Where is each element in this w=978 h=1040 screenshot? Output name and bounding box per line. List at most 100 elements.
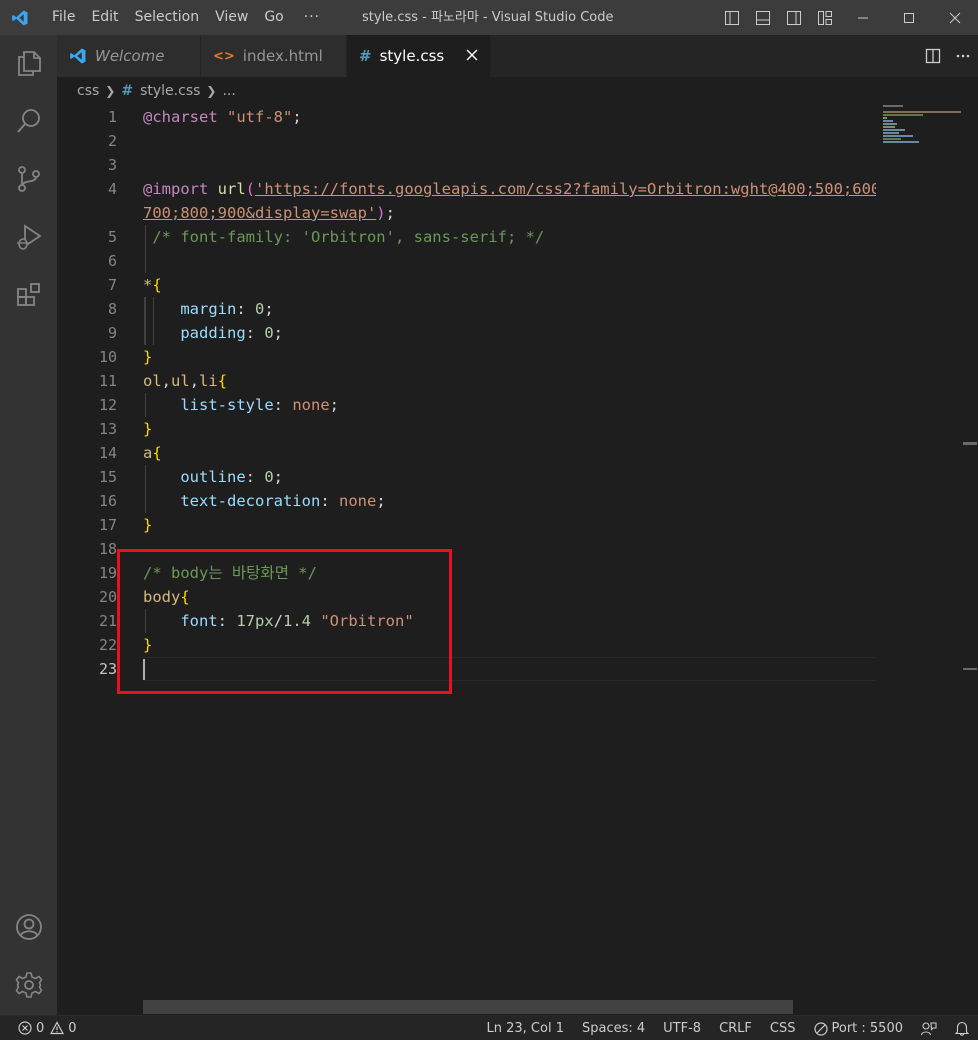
extensions-button[interactable] bbox=[0, 271, 57, 319]
code-line-14: a{ bbox=[143, 444, 162, 462]
menu-more-button[interactable]: ··· bbox=[292, 0, 332, 35]
maximize-button[interactable] bbox=[886, 0, 932, 35]
close-icon bbox=[949, 12, 961, 23]
line-number: 20 bbox=[98, 588, 117, 606]
encoding[interactable]: UTF-8 bbox=[654, 1016, 710, 1040]
line-number: 11 bbox=[98, 372, 117, 390]
line-number-gutter: 1 2 3 4 5 6 7 8 9 10 11 12 13 14 15 16 17 18 19 20 21 22 23 bbox=[57, 105, 117, 681]
line-number: 1 bbox=[107, 108, 117, 126]
menu-go[interactable]: Go bbox=[256, 0, 291, 35]
activity-bar bbox=[0, 35, 57, 1015]
line-number: 14 bbox=[98, 444, 117, 462]
line-number: 19 bbox=[98, 564, 117, 582]
indent-guide bbox=[145, 393, 146, 417]
sidebar-right-icon bbox=[786, 10, 801, 25]
line-number: 7 bbox=[107, 276, 117, 294]
breadcrumb-symbol[interactable]: ... bbox=[222, 83, 235, 99]
indentation[interactable]: Spaces: 4 bbox=[573, 1016, 654, 1040]
minimize-button[interactable] bbox=[840, 0, 886, 35]
breadcrumb-file[interactable]: style.css bbox=[140, 83, 200, 99]
panel-icon bbox=[755, 10, 770, 25]
tab-index-html[interactable]: <> index.html bbox=[201, 35, 347, 77]
close-window-button[interactable] bbox=[932, 0, 978, 35]
circle-slash-icon bbox=[813, 1021, 828, 1036]
manage-button[interactable] bbox=[0, 961, 57, 1009]
menu-view[interactable]: View bbox=[207, 0, 256, 35]
code-line-4-wrap: 700;800;900&display=swap'); bbox=[143, 204, 395, 222]
search-button[interactable] bbox=[0, 97, 57, 145]
css-icon: # bbox=[121, 83, 134, 99]
vscode-logo-icon bbox=[69, 47, 87, 65]
live-server-port[interactable]: Port : 5500 bbox=[805, 1016, 913, 1040]
code-line-11: ol,ul,li{ bbox=[143, 372, 228, 390]
code-line-10: } bbox=[143, 348, 153, 366]
line-number: 8 bbox=[107, 300, 117, 318]
menu-edit[interactable]: Edit bbox=[83, 0, 126, 35]
end-of-line[interactable]: CRLF bbox=[710, 1016, 761, 1040]
tab-welcome[interactable]: Welcome bbox=[57, 35, 201, 77]
breadcrumb-folder[interactable]: css bbox=[77, 83, 99, 99]
explorer-button[interactable] bbox=[0, 39, 57, 87]
menu-selection[interactable]: Selection bbox=[127, 0, 208, 35]
breadcrumb: css ❯ # style.css ❯ ... bbox=[57, 77, 978, 105]
run-debug-button[interactable] bbox=[0, 213, 57, 261]
cursor-position[interactable]: Ln 23, Col 1 bbox=[478, 1016, 573, 1040]
overview-ruler-mark bbox=[963, 442, 977, 445]
menu-file[interactable]: File bbox=[40, 0, 83, 35]
line-number: 6 bbox=[107, 252, 117, 270]
line-number: 9 bbox=[107, 324, 117, 342]
code-line-1: @charset "utf-8"; bbox=[143, 108, 302, 126]
status-bar: 0 0 Ln 23, Col 1 Spaces: 4 UTF-8 CRLF CS… bbox=[0, 1015, 978, 1040]
vscode-logo-icon bbox=[0, 0, 40, 35]
customize-layout-button[interactable] bbox=[809, 0, 840, 35]
accounts-button[interactable] bbox=[0, 903, 57, 951]
menu-bar: File Edit Selection View Go ··· bbox=[40, 0, 332, 35]
toggle-primary-sidebar-button[interactable] bbox=[716, 0, 747, 35]
line-number: 22 bbox=[98, 636, 117, 654]
code-line-4: @import url('https://fonts.googleapis.co… bbox=[143, 180, 876, 198]
feedback-button[interactable] bbox=[912, 1016, 946, 1040]
account-icon bbox=[15, 914, 42, 940]
toggle-secondary-sidebar-button[interactable] bbox=[778, 0, 809, 35]
source-control-button[interactable] bbox=[0, 155, 57, 203]
horizontal-scrollbar[interactable] bbox=[143, 1000, 793, 1014]
chevron-right-icon: ❯ bbox=[206, 84, 217, 98]
line-number: 10 bbox=[98, 348, 117, 366]
chevron-right-icon: ❯ bbox=[105, 84, 116, 98]
language-mode[interactable]: CSS bbox=[761, 1016, 805, 1040]
editor-tab-bar: Welcome <> index.html # style.css bbox=[57, 35, 978, 77]
close-tab-button[interactable] bbox=[464, 47, 480, 63]
split-editor-button[interactable] bbox=[918, 35, 948, 77]
notifications-button[interactable] bbox=[946, 1016, 978, 1040]
line-number: 2 bbox=[107, 132, 117, 150]
line-number: 4 bbox=[107, 180, 117, 198]
window-title: style.css - 파노라마 - Visual Studio Code bbox=[362, 10, 614, 25]
line-number: 16 bbox=[98, 492, 117, 510]
toggle-panel-button[interactable] bbox=[747, 0, 778, 35]
code-line-13: } bbox=[143, 420, 153, 438]
line-number: 17 bbox=[98, 516, 117, 534]
warning-count: 0 bbox=[68, 1020, 77, 1036]
search-icon bbox=[16, 109, 40, 133]
line-number: 5 bbox=[107, 228, 117, 246]
vertical-scrollbar[interactable] bbox=[963, 105, 977, 1015]
gear-icon bbox=[15, 972, 42, 998]
title-bar: File Edit Selection View Go ··· style.cs… bbox=[0, 0, 978, 35]
maximize-icon bbox=[904, 12, 914, 23]
problems-indicator[interactable]: 0 0 bbox=[0, 1016, 77, 1040]
bell-icon bbox=[955, 1021, 969, 1036]
minimap[interactable] bbox=[883, 105, 963, 165]
more-actions-button[interactable] bbox=[948, 35, 978, 77]
code-line-15: outline: 0; bbox=[180, 468, 284, 486]
line-number: 3 bbox=[107, 156, 117, 174]
source-control-icon bbox=[17, 166, 40, 192]
tab-style-css[interactable]: # style.css bbox=[347, 35, 491, 77]
line-number: 13 bbox=[98, 420, 117, 438]
line-number bbox=[57, 201, 117, 225]
code-line-16: text-decoration: none; bbox=[180, 492, 386, 510]
code-line-12: list-style: none; bbox=[180, 396, 339, 414]
feedback-icon bbox=[921, 1021, 937, 1035]
scrollbar-track bbox=[963, 105, 977, 668]
